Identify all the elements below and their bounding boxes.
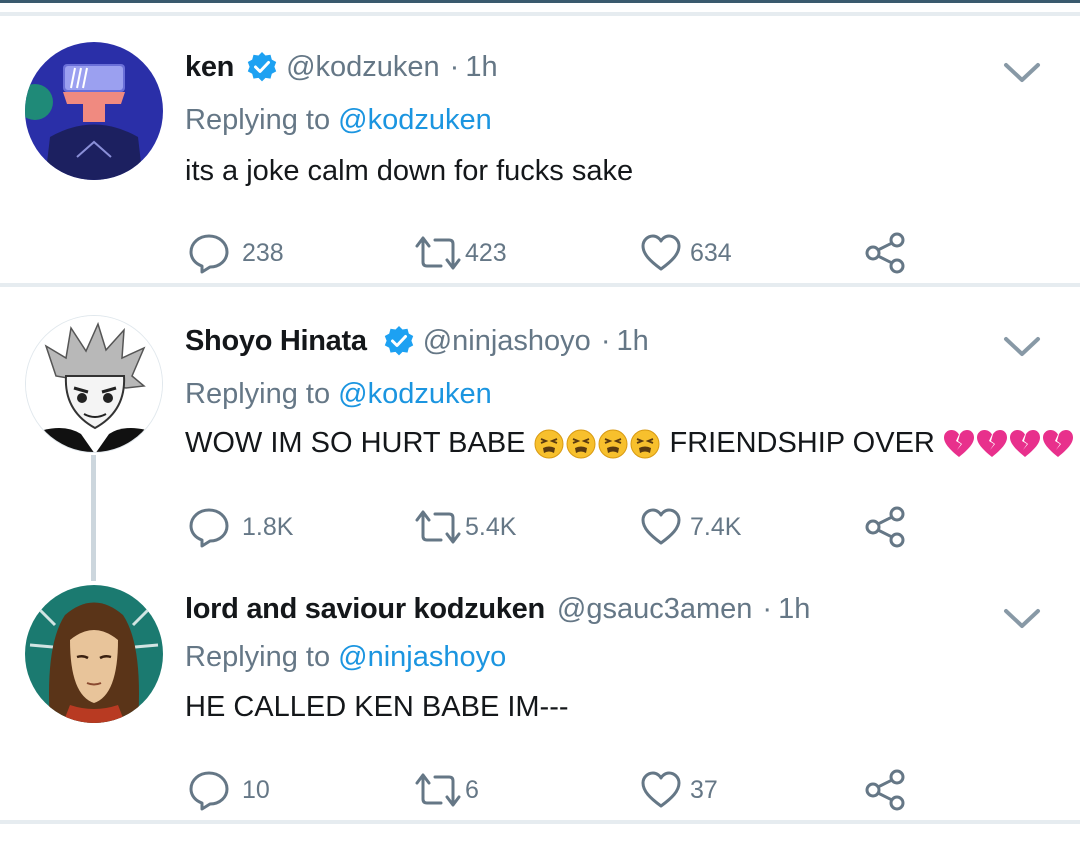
retweet-count: 5.4K — [465, 512, 517, 541]
replying-prefix: Replying to — [185, 641, 331, 673]
timestamp[interactable]: 1h — [778, 593, 810, 626]
reply-icon — [188, 506, 230, 548]
mention-link[interactable]: @ninjashoyo — [338, 641, 506, 673]
like-count: 37 — [690, 775, 718, 804]
reply-icon — [188, 769, 230, 811]
share-button[interactable] — [864, 769, 906, 811]
broken-heart-emoji — [976, 429, 1007, 457]
reply-button[interactable]: 238 — [188, 232, 284, 274]
tweet-text: WOW IM SO HURT BABE FRIENDSHIP OVER — [185, 427, 1075, 460]
like-button[interactable]: 634 — [640, 232, 732, 274]
share-icon — [864, 506, 906, 548]
like-button[interactable]: 37 — [640, 769, 718, 811]
tweet-text: HE CALLED KEN BABE IM--- — [185, 691, 569, 724]
replying-prefix: Replying to — [185, 378, 331, 410]
separator-dot: · — [449, 50, 460, 83]
handle[interactable]: @kodzuken — [286, 51, 440, 84]
tweet-text: its a joke calm down for fucks sake — [185, 155, 633, 188]
divider — [0, 12, 1080, 16]
chevron-down-icon[interactable] — [1002, 334, 1042, 360]
handle[interactable]: @gsauc3amen — [557, 593, 753, 626]
share-icon — [864, 769, 906, 811]
tweet-text-content: HE CALLED KEN BABE IM--- — [185, 691, 569, 723]
share-button[interactable] — [864, 232, 906, 274]
replying-to: Replying to @ninjashoyo — [185, 641, 506, 674]
broken-heart-emoji — [943, 429, 974, 457]
retweet-button[interactable]: 423 — [413, 232, 507, 274]
timestamp[interactable]: 1h — [616, 325, 648, 358]
replying-to: Replying to @kodzuken — [185, 378, 492, 411]
retweet-icon — [413, 232, 463, 274]
tweet-text-content: WOW IM SO HURT BABE — [185, 427, 526, 459]
mention-link[interactable]: @kodzuken — [338, 104, 492, 136]
heart-icon — [640, 232, 682, 274]
like-count: 634 — [690, 238, 732, 267]
like-count: 7.4K — [690, 512, 742, 541]
like-button[interactable]: 7.4K — [640, 506, 741, 548]
timestamp[interactable]: 1h — [465, 51, 497, 84]
tired-face-emoji — [630, 429, 660, 458]
reply-count: 1.8K — [242, 512, 294, 541]
display-name[interactable]: ken — [185, 51, 234, 84]
broken-heart-emoji — [1042, 429, 1073, 457]
tweet-text-content: FRIENDSHIP OVER — [669, 427, 935, 459]
chevron-down-icon[interactable] — [1002, 606, 1042, 632]
mention-link[interactable]: @kodzuken — [338, 378, 492, 410]
divider — [0, 283, 1080, 287]
tweet-header: ken @kodzuken · 1h — [185, 47, 498, 87]
replying-prefix: Replying to — [185, 104, 331, 136]
separator-dot: · — [600, 324, 611, 357]
tweet-header: lord and saviour kodzuken @gsauc3amen · … — [185, 589, 810, 629]
emoji-group — [943, 429, 1075, 459]
reply-icon — [188, 232, 230, 274]
retweet-icon — [413, 506, 463, 548]
tweet-header: Shoyo Hinata @ninjashoyo · 1h — [185, 321, 649, 361]
broken-heart-emoji — [1009, 429, 1040, 457]
heart-icon — [640, 769, 682, 811]
avatar-shoyo-hinata[interactable] — [25, 315, 163, 453]
avatar-lord-and-saviour-kodzuken[interactable] — [25, 585, 163, 723]
heart-icon — [640, 506, 682, 548]
share-button[interactable] — [864, 506, 906, 548]
thread-connector — [91, 455, 96, 581]
tired-face-emoji — [534, 429, 564, 458]
reply-button[interactable]: 1.8K — [188, 506, 293, 548]
replying-to: Replying to @kodzuken — [185, 104, 492, 137]
tired-face-emoji — [566, 429, 596, 458]
reply-count: 238 — [242, 238, 284, 267]
tired-face-emoji — [598, 429, 628, 458]
separator-dot: · — [762, 592, 773, 625]
avatar-ken[interactable] — [25, 42, 163, 180]
share-icon — [864, 232, 906, 274]
display-name[interactable]: lord and saviour kodzuken — [185, 593, 545, 626]
top-bar-edge — [0, 0, 1080, 3]
chevron-down-icon[interactable] — [1002, 60, 1042, 86]
retweet-button[interactable]: 5.4K — [413, 506, 516, 548]
verified-badge-icon — [383, 325, 415, 357]
reply-count: 10 — [242, 775, 270, 804]
retweet-count: 423 — [465, 238, 507, 267]
handle[interactable]: @ninjashoyo — [423, 325, 591, 358]
retweet-count: 6 — [465, 775, 479, 804]
reply-button[interactable]: 10 — [188, 769, 270, 811]
display-name[interactable]: Shoyo Hinata — [185, 325, 367, 358]
divider — [0, 820, 1080, 824]
verified-badge-icon — [246, 51, 278, 83]
tweet-text-content: its a joke calm down for fucks sake — [185, 155, 634, 187]
emoji-group — [534, 429, 662, 459]
retweet-button[interactable]: 6 — [413, 769, 479, 811]
retweet-icon — [413, 769, 463, 811]
